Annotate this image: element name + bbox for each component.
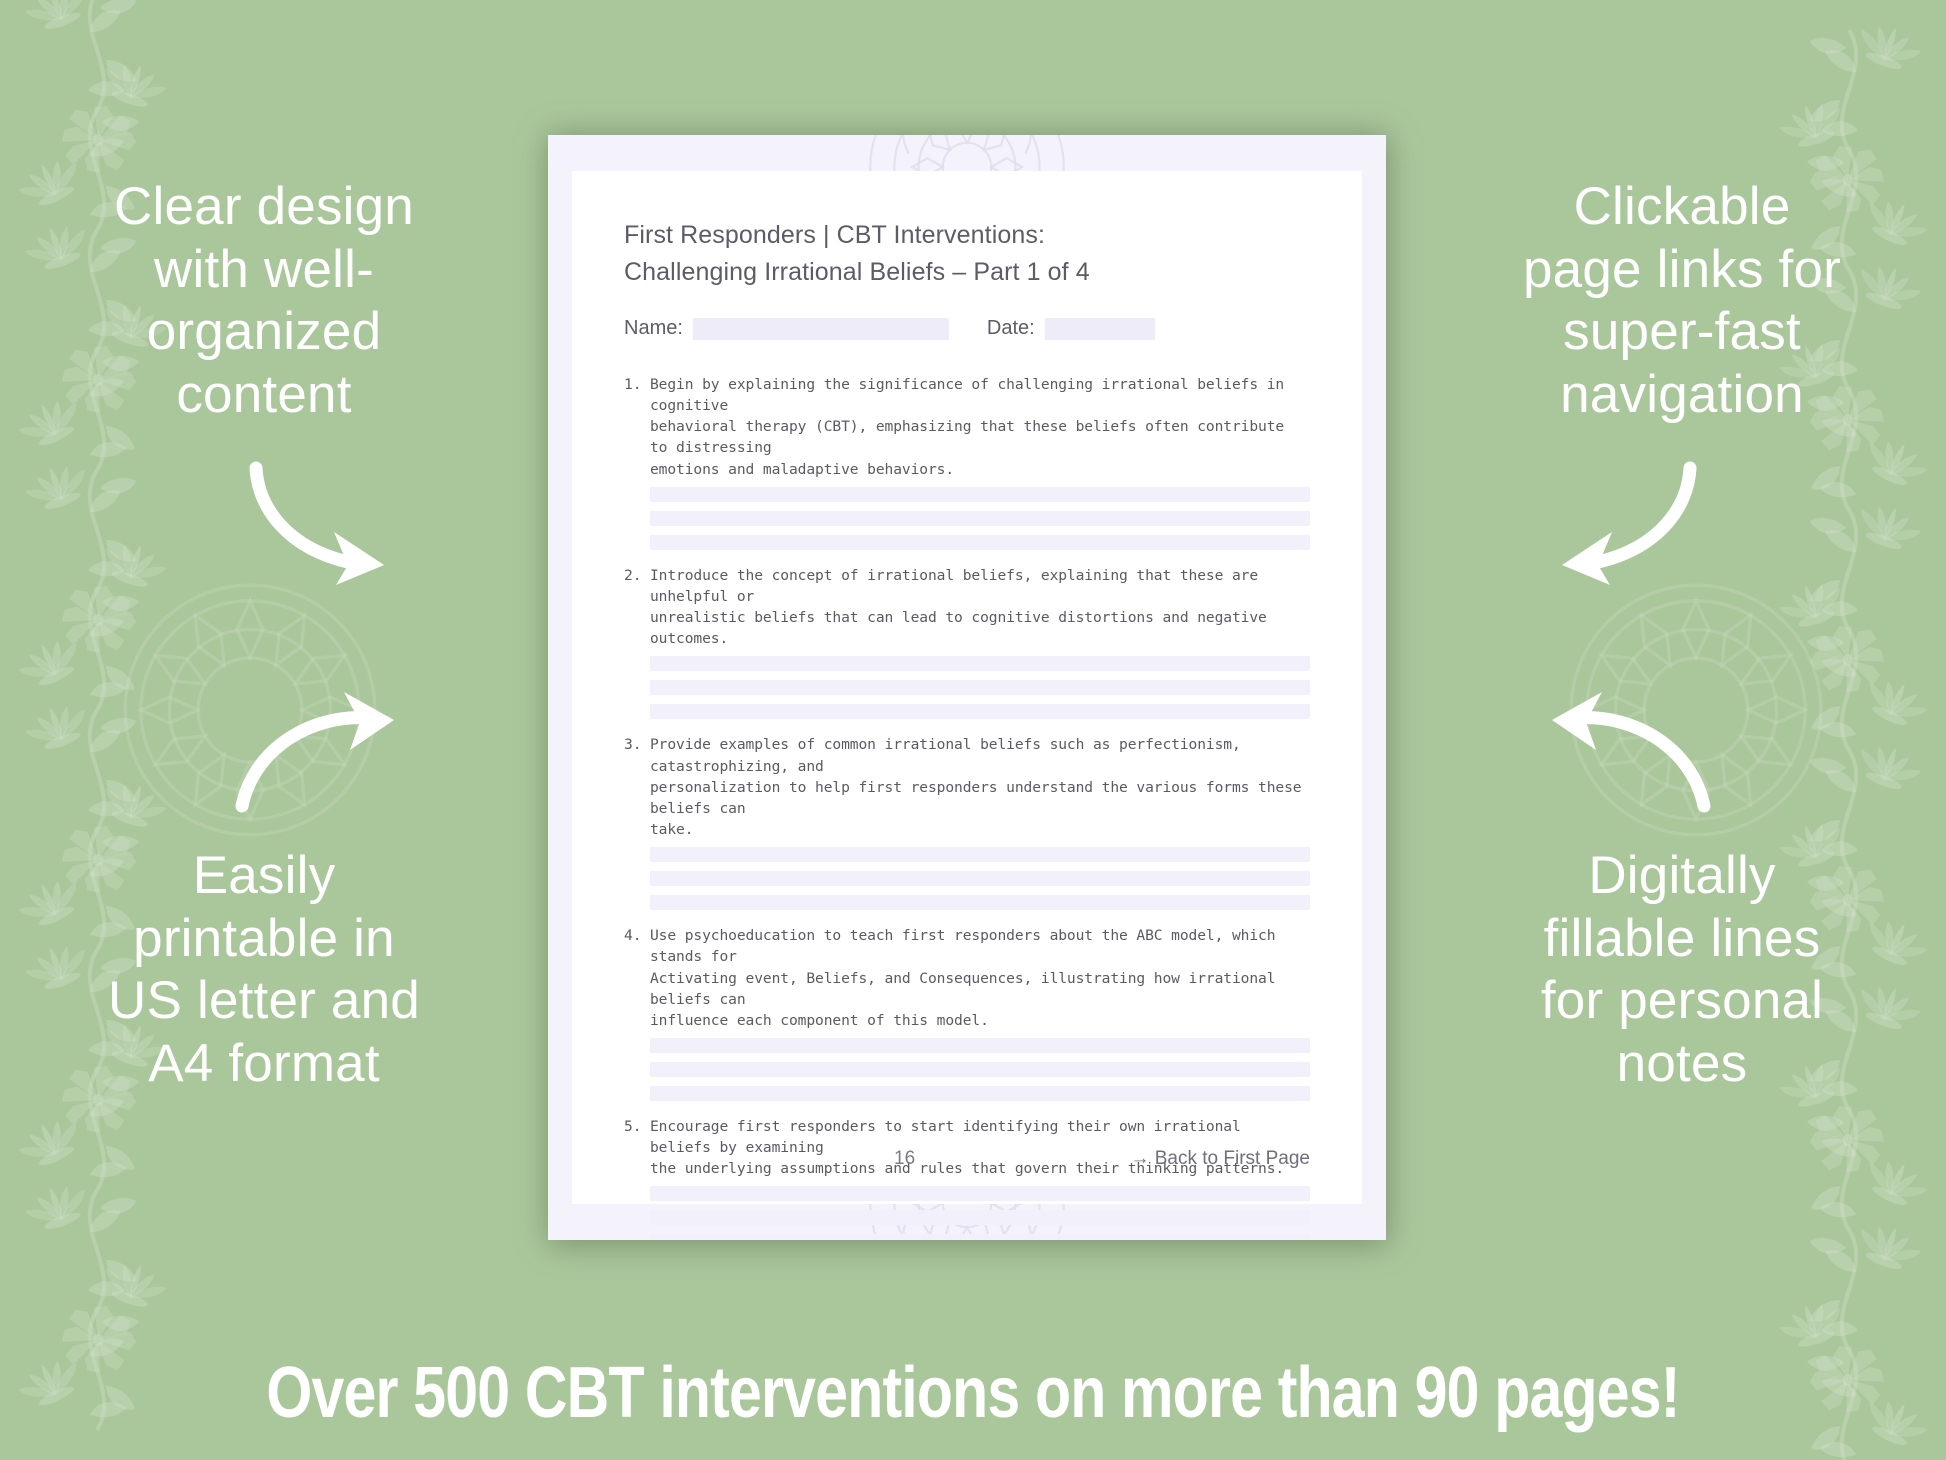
list-item-text: Use psychoeducation to teach first respo… (650, 927, 1276, 1029)
worksheet-document[interactable]: First Responders | CBT Interventions: Ch… (548, 135, 1386, 1240)
back-to-first-page-link[interactable]: → Back to First Page (1130, 1148, 1310, 1170)
fill-line[interactable] (650, 1061, 1310, 1077)
promo-text-bottom-right: Digitally fillable lines for personal no… (1540, 846, 1824, 1093)
mandala-ghost-right (1566, 580, 1826, 840)
intervention-list: Begin by explaining the significance of … (624, 374, 1310, 1240)
page-title-line-2: Challenging Irrational Beliefs – Part 1 … (624, 258, 1090, 286)
curved-arrow-icon-top-right (1522, 461, 1702, 587)
promo-text-top-left: Clear design with well- organized conten… (114, 177, 414, 424)
fill-line-group (650, 486, 1310, 550)
fill-line-group (650, 656, 1310, 720)
fill-line[interactable] (650, 680, 1310, 696)
page-title-line-1: First Responders | CBT Interventions: (624, 221, 1046, 249)
fill-line[interactable] (650, 871, 1310, 887)
name-label: Name: (624, 317, 683, 339)
fill-line[interactable] (650, 1186, 1310, 1202)
list-item: Encourage first responders to start iden… (624, 1116, 1310, 1240)
date-label: Date: (986, 317, 1035, 339)
curved-arrow-icon-bottom-right (1534, 688, 1714, 813)
fill-line[interactable] (650, 895, 1310, 911)
list-item: Introduce the concept of irrational beli… (624, 565, 1310, 720)
fill-line[interactable] (650, 534, 1310, 550)
fill-line[interactable] (650, 656, 1310, 672)
fill-line[interactable] (650, 1085, 1310, 1101)
fill-line[interactable] (650, 1037, 1310, 1053)
fill-line[interactable] (650, 1210, 1310, 1226)
fill-line-group (650, 1186, 1310, 1240)
mandala-ghost-left (120, 580, 380, 840)
fill-line-group (650, 847, 1310, 911)
curved-arrow-icon-top-left (244, 461, 424, 587)
date-input[interactable] (1044, 317, 1155, 340)
page-footer: 16 → Back to First Page (624, 1148, 1310, 1170)
bottom-banner-text: Over 500 CBT interventions on more than … (266, 1353, 1680, 1433)
fill-line[interactable] (650, 847, 1310, 863)
fill-line[interactable] (650, 1234, 1310, 1240)
list-item-text: Begin by explaining the significance of … (650, 376, 1285, 478)
page-number: 16 (894, 1148, 916, 1169)
name-input[interactable] (692, 317, 949, 340)
list-item: Provide examples of common irrational be… (624, 734, 1310, 911)
list-item: Use psychoeducation to teach first respo… (624, 925, 1310, 1101)
fill-line[interactable] (650, 704, 1310, 720)
list-item: Begin by explaining the significance of … (624, 374, 1310, 550)
worksheet-page: First Responders | CBT Interventions: Ch… (572, 171, 1362, 1240)
page-title: First Responders | CBT Interventions: Ch… (624, 217, 1310, 291)
list-item-text: Provide examples of common irrational be… (650, 736, 1302, 839)
fill-line[interactable] (650, 510, 1310, 526)
fill-line-group (650, 1037, 1310, 1101)
promo-text-bottom-left: Easily printable in US letter and A4 for… (108, 846, 420, 1093)
fill-line[interactable] (650, 486, 1310, 502)
curved-arrow-icon-bottom-left (232, 688, 412, 813)
list-item-text: Introduce the concept of irrational beli… (650, 566, 1267, 648)
name-date-row: Name: Date: (624, 317, 1310, 340)
promo-text-top-right: Clickable page links for super-fast navi… (1522, 177, 1842, 424)
